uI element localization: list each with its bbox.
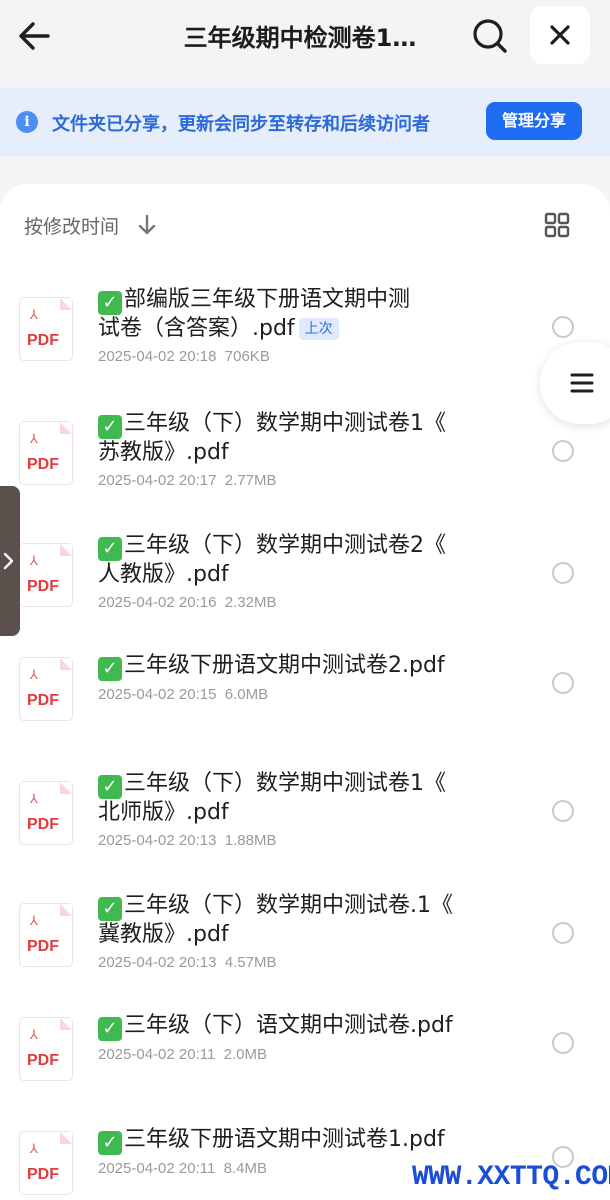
file-size: 4.57MB — [224, 954, 277, 971]
check-mark-icon: ✓ — [98, 897, 122, 921]
file-size: 6.0MB — [224, 686, 269, 703]
check-mark-icon: ✓ — [98, 775, 122, 799]
check-mark-icon: ✓ — [98, 1131, 122, 1155]
file-list-item[interactable]: ⅄ PDF ✓ 部编版三年级下册语文期中测试卷（含答案）.pdf 上次 2025-04-0… — [0, 268, 610, 378]
file-name-line-1: 三年级（下）数学期中测试卷2《 — [124, 533, 446, 558]
select-radio[interactable] — [552, 440, 574, 462]
pdf-file-icon: ⅄ PDF — [20, 544, 72, 606]
file-list-item[interactable]: ⅄ PDF ✓ 三年级（下）数学期中测试卷1《苏教版》.pdf 2025-04-02 2… — [0, 392, 610, 502]
file-name-line-2: 苏教版》.pdf — [98, 440, 229, 465]
menu-icon — [570, 373, 594, 393]
file-meta: 2025-04-02 20:15 6.0MB — [98, 686, 268, 703]
file-size: 2.32MB — [224, 594, 277, 611]
file-list-item[interactable]: ⅄ PDF ✓ 三年级（下）数学期中测试卷1《北师版》.pdf 2025-04-02 2… — [0, 752, 610, 862]
sort-label[interactable]: 按修改时间 — [24, 212, 119, 239]
file-size: 8.4MB — [223, 1160, 268, 1177]
file-name-line-1: 三年级（下）数学期中测试卷.1《 — [124, 893, 453, 918]
file-meta: 2025-04-02 20:16 2.32MB — [98, 594, 276, 611]
file-date: 2025-04-02 20:13 — [98, 832, 217, 849]
close-button[interactable] — [530, 6, 590, 64]
watermark-text: WWW.XXTTQ.COM — [412, 1162, 610, 1193]
file-meta: 2025-04-02 20:18 706KB — [98, 348, 270, 365]
file-name: ✓ 部编版三年级下册语文期中测试卷（含答案）.pdf 上次 — [98, 286, 498, 343]
top-bar: 三年级期中检测卷1… — [0, 0, 610, 86]
file-date: 2025-04-02 20:15 — [98, 686, 217, 703]
share-notice-text: 文件夹已分享，更新会同步至转存和后续访问者 — [52, 114, 430, 135]
pdf-file-icon: ⅄ PDF — [20, 422, 72, 484]
pdf-file-icon: ⅄ PDF — [20, 904, 72, 966]
file-meta: 2025-04-02 20:13 1.88MB — [98, 832, 276, 849]
check-mark-icon: ✓ — [98, 537, 122, 561]
file-name-line-2: 人教版》.pdf — [98, 562, 229, 587]
file-name-line-1: 三年级（下）数学期中测试卷1《 — [124, 411, 446, 436]
check-mark-icon: ✓ — [98, 291, 122, 315]
pdf-file-icon: ⅄ PDF — [20, 1132, 72, 1194]
select-radio[interactable] — [552, 316, 574, 338]
arrow-down-icon[interactable] — [136, 214, 158, 236]
file-name: ✓ 三年级下册语文期中测试卷2.pdf — [98, 652, 498, 681]
file-name-line-2: 试卷（含答案）.pdf — [98, 316, 295, 341]
file-meta: 2025-04-02 20:11 2.0MB — [98, 1046, 267, 1063]
file-list-item[interactable]: ⅄ PDF ✓ 三年级（下）语文期中测试卷.pdf 2025-04-02 20:11 2… — [0, 994, 610, 1104]
last-opened-badge: 上次 — [298, 318, 339, 340]
file-name: ✓ 三年级（下）数学期中测试卷2《人教版》.pdf — [98, 532, 498, 589]
file-name-line-1: 三年级（下）数学期中测试卷1《 — [124, 771, 446, 796]
file-name: ✓ 三年级（下）语文期中测试卷.pdf — [98, 1012, 498, 1041]
file-name: ✓ 三年级（下）数学期中测试卷1《苏教版》.pdf — [98, 410, 498, 467]
grid-view-icon[interactable] — [544, 212, 570, 238]
file-name: ✓ 三年级下册语文期中测试卷1.pdf — [98, 1126, 498, 1155]
pdf-file-icon: ⅄ PDF — [20, 298, 72, 360]
select-radio[interactable] — [552, 562, 574, 584]
file-list-item[interactable]: ⅄ PDF ✓ 三年级（下）数学期中测试卷.1《冀教版》.pdf 2025-04-02 … — [0, 874, 610, 984]
select-radio[interactable] — [552, 922, 574, 944]
info-icon: i — [16, 111, 38, 133]
manage-share-button[interactable]: 管理分享 — [486, 102, 582, 140]
check-mark-icon: ✓ — [98, 657, 122, 681]
file-list-item[interactable]: ⅄ PDF ✓ 三年级（下）数学期中测试卷2《人教版》.pdf 2025-04-02 2… — [0, 514, 610, 624]
file-size: 706KB — [224, 348, 270, 365]
file-date: 2025-04-02 20:11 — [98, 1046, 216, 1063]
file-size: 2.77MB — [224, 472, 277, 489]
pdf-file-icon: ⅄ PDF — [20, 782, 72, 844]
file-name-line-2: 北师版》.pdf — [98, 800, 229, 825]
select-radio[interactable] — [552, 672, 574, 694]
check-mark-icon: ✓ — [98, 1017, 122, 1041]
file-size: 1.88MB — [224, 832, 277, 849]
file-date: 2025-04-02 20:13 — [98, 954, 217, 971]
check-mark-icon: ✓ — [98, 415, 122, 439]
file-meta: 2025-04-02 20:17 2.77MB — [98, 472, 276, 489]
file-size: 2.0MB — [223, 1046, 268, 1063]
file-name: ✓ 三年级（下）数学期中测试卷.1《冀教版》.pdf — [98, 892, 498, 949]
file-date: 2025-04-02 20:11 — [98, 1160, 216, 1177]
file-name-line-1: 三年级下册语文期中测试卷2.pdf — [124, 653, 445, 678]
file-name-line-1: 三年级下册语文期中测试卷1.pdf — [124, 1127, 445, 1152]
file-meta: 2025-04-02 20:11 8.4MB — [98, 1160, 267, 1177]
page-title: 三年级期中检测卷1… — [183, 24, 417, 52]
select-radio[interactable] — [552, 800, 574, 822]
chevron-right-icon — [3, 552, 14, 570]
file-date: 2025-04-02 20:16 — [98, 594, 217, 611]
file-meta: 2025-04-02 20:13 4.57MB — [98, 954, 276, 971]
select-radio[interactable] — [552, 1032, 574, 1054]
close-icon — [550, 25, 570, 45]
pdf-file-icon: ⅄ PDF — [20, 1018, 72, 1080]
file-name-line-1: 部编版三年级下册语文期中测 — [124, 287, 411, 312]
search-icon[interactable] — [468, 14, 512, 58]
file-date: 2025-04-02 20:18 — [98, 348, 217, 365]
arrow-left-icon[interactable] — [14, 14, 58, 58]
file-list-item[interactable]: ⅄ PDF ✓ 三年级下册语文期中测试卷2.pdf 2025-04-02 20:15 6… — [0, 634, 610, 744]
file-name: ✓ 三年级（下）数学期中测试卷1《北师版》.pdf — [98, 770, 498, 827]
file-name-line-1: 三年级（下）语文期中测试卷.pdf — [124, 1013, 453, 1038]
pdf-file-icon: ⅄ PDF — [20, 658, 72, 720]
file-date: 2025-04-02 20:17 — [98, 472, 217, 489]
file-name-line-2: 冀教版》.pdf — [98, 922, 229, 947]
side-drawer-handle[interactable] — [0, 486, 20, 636]
